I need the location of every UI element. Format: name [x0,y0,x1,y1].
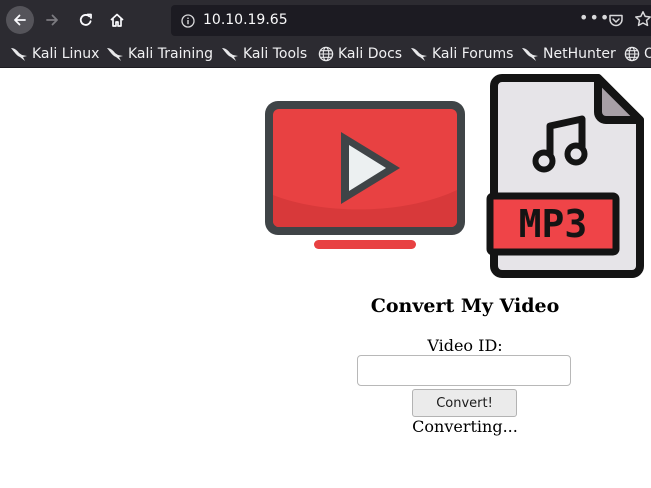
bookmark-kali-forums[interactable]: Kali Forums [410,44,513,64]
pocket-icon[interactable] [608,12,624,32]
bookmark-nethunter[interactable]: NetHunter [521,44,616,64]
convert-button[interactable]: Convert! [412,389,517,417]
kali-dragon-icon [222,48,238,61]
bookmark-label: NetHunter [543,46,616,62]
bookmark-label: O [644,46,651,62]
kali-dragon-icon [107,48,123,61]
arrow-left-icon [14,14,26,26]
forward-button[interactable] [38,6,66,34]
bookmark-kali-docs[interactable]: Kali Docs [318,44,402,64]
page-content: MP3 Convert My Video Video ID: Convert! … [0,68,651,488]
bookmark-label: Kali Linux [32,46,100,62]
bookmark-label: Kali Forums [432,46,514,62]
url-text[interactable]: 10.10.19.65 [203,12,288,28]
bookmark-kali-linux[interactable]: Kali Linux [10,44,99,64]
page-actions-menu[interactable]: ••• [579,8,610,27]
bookmark-label: Kali Docs [338,46,403,62]
globe-icon [624,46,640,62]
reload-icon [79,13,92,26]
bookmark-label: Kali Tools [243,46,308,62]
back-button[interactable] [6,6,34,34]
reload-button[interactable] [72,6,100,34]
arrow-right-icon [46,14,58,26]
url-bar[interactable]: 10.10.19.65 ••• [171,5,651,36]
video-id-input[interactable] [357,355,571,386]
bookmark-kali-training[interactable]: Kali Training [106,44,213,64]
kali-dragon-icon [522,48,538,61]
mp3-file-icon: MP3 [486,74,644,278]
browser-toolbar: 10.10.19.65 ••• [0,0,651,40]
bookmark-star-icon[interactable] [634,10,651,32]
home-icon [110,13,124,27]
bookmark-kali-tools[interactable]: Kali Tools [221,44,307,64]
globe-icon [318,46,334,62]
video-id-label: Video ID: [427,336,503,355]
bookmark-label: Kali Training [128,46,213,62]
home-button[interactable] [103,6,131,34]
mp3-logo-text: MP3 [519,202,588,246]
youtube-tv-icon [265,101,465,249]
kali-dragon-icon [11,48,27,61]
page-title: Convert My Video [370,295,560,317]
info-icon[interactable] [181,13,195,32]
status-text: Converting... [412,417,518,436]
bookmarks-toolbar: Kali Linux Kali Training Kali Tools Kali… [0,40,651,68]
bookmark-truncated[interactable]: O [624,44,651,64]
kali-dragon-icon [411,48,427,61]
